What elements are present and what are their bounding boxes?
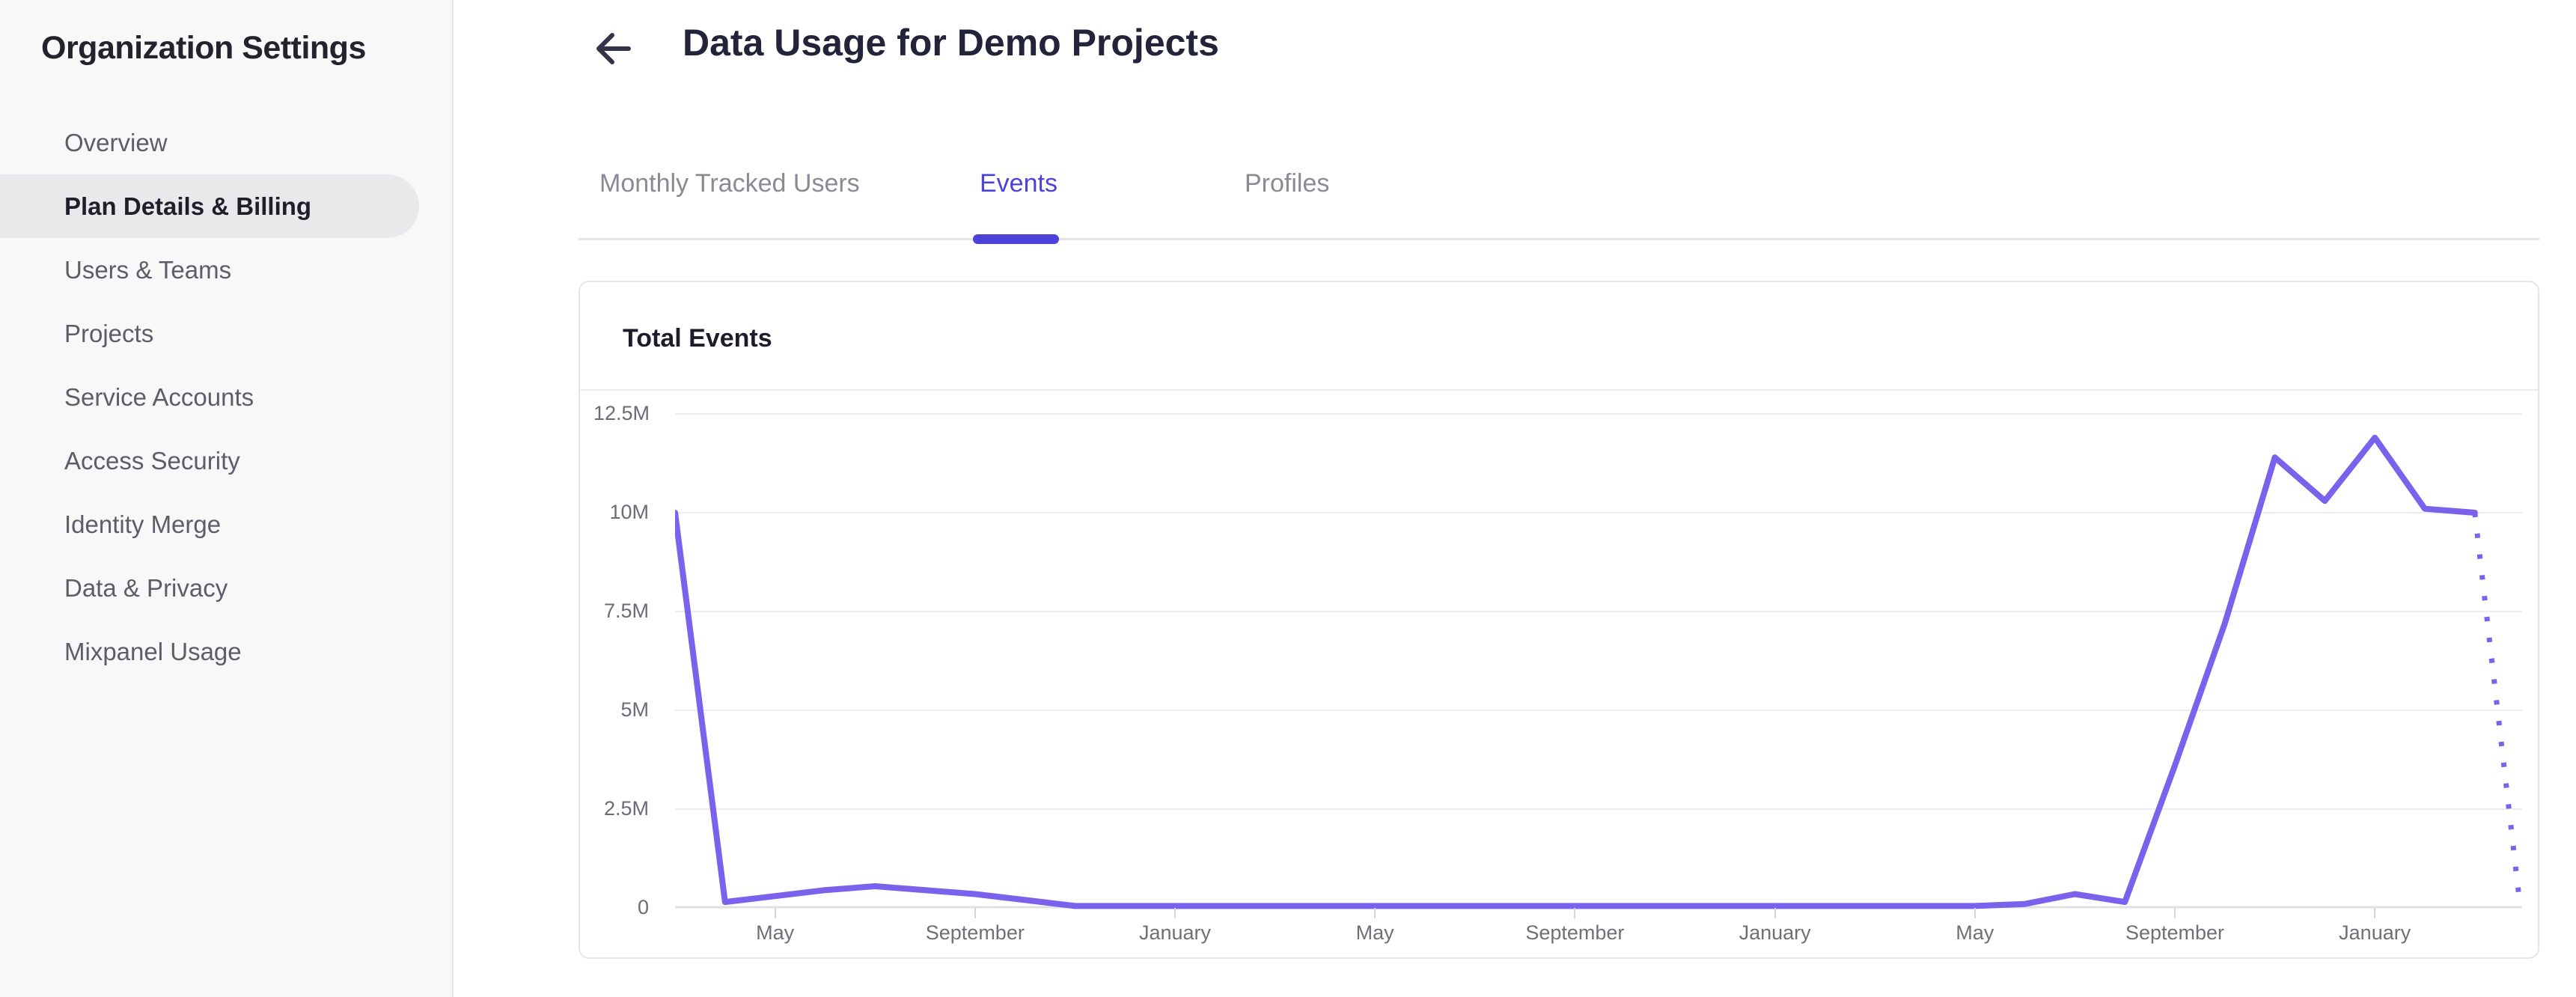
- x-axis-label: September: [925, 921, 1025, 944]
- sidebar-item-identity-merge[interactable]: Identity Merge: [0, 493, 452, 556]
- y-axis-label: 10M: [609, 501, 649, 523]
- sidebar: Organization Settings Overview Plan Deta…: [0, 0, 454, 997]
- x-axis-label: January: [2339, 921, 2411, 944]
- tab-monthly-tracked-users[interactable]: Monthly Tracked Users: [599, 169, 860, 198]
- x-axis-label: May: [1355, 921, 1394, 944]
- tabs: Monthly Tracked Users Events Profiles: [579, 159, 2539, 244]
- page-title: Data Usage for Demo Projects: [683, 22, 1219, 64]
- x-axis-label: May: [756, 921, 795, 944]
- active-tab-indicator: [973, 234, 1059, 244]
- sidebar-item-data-privacy[interactable]: Data & Privacy: [0, 556, 452, 620]
- events-line-projected: [2472, 512, 2522, 905]
- x-axis-label: May: [1956, 921, 1994, 944]
- y-axis-label: 0: [637, 896, 649, 918]
- x-axis-label: January: [1138, 921, 1212, 944]
- sidebar-item-users-teams[interactable]: Users & Teams: [0, 238, 452, 302]
- sidebar-item-projects[interactable]: Projects: [0, 302, 452, 365]
- tab-events[interactable]: Events: [980, 169, 1057, 198]
- total-events-card: Total Events 12.5M 10M 7.5M 5M 2.5M 0 May Sept…: [579, 281, 2539, 959]
- sidebar-title: Organization Settings: [41, 30, 366, 66]
- card-title: Total Events: [623, 324, 772, 353]
- y-axis-label: 5M: [620, 698, 649, 721]
- events-line-solid: [675, 434, 2478, 909]
- x-axis-label: January: [1739, 921, 1811, 944]
- x-axis-label: September: [1525, 921, 1625, 944]
- sidebar-item-overview[interactable]: Overview: [0, 111, 452, 174]
- sidebar-item-mixpanel-usage[interactable]: Mixpanel Usage: [0, 620, 452, 683]
- y-axis-label: 12.5M: [593, 402, 650, 424]
- card-header-divider: [580, 389, 2538, 391]
- tab-profiles[interactable]: Profiles: [1245, 169, 1329, 198]
- y-axis-label: 2.5M: [603, 797, 649, 820]
- sidebar-item-access-security[interactable]: Access Security: [0, 429, 452, 493]
- back-button[interactable]: [590, 24, 639, 73]
- sidebar-item-plan-details-billing[interactable]: Plan Details & Billing: [0, 174, 419, 238]
- x-axis-label: September: [2125, 921, 2225, 944]
- sidebar-nav: Overview Plan Details & Billing Users & …: [0, 111, 452, 683]
- sidebar-item-service-accounts[interactable]: Service Accounts: [0, 365, 452, 429]
- total-events-line-chart: [675, 413, 2522, 909]
- y-axis-label: 7.5M: [603, 600, 649, 622]
- left-arrow-icon: [590, 33, 639, 76]
